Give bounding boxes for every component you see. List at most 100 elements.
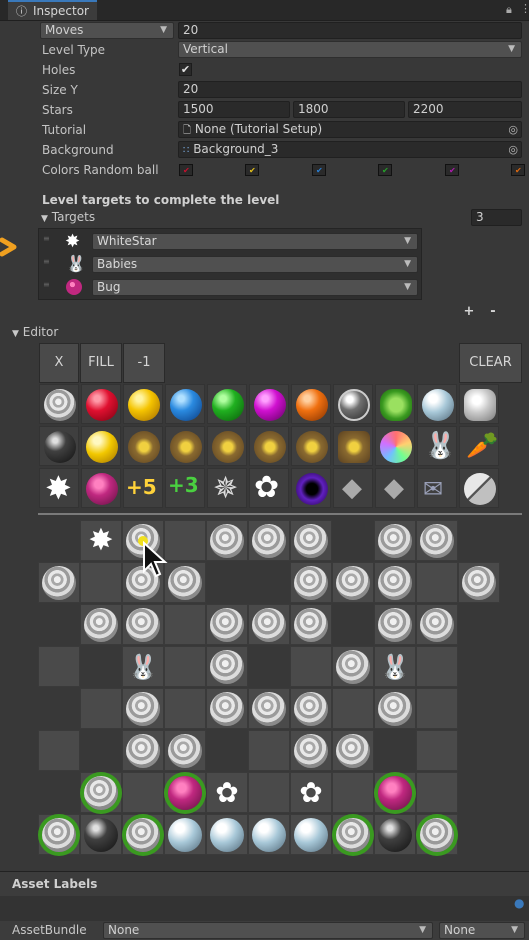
palette-tile[interactable]: +3	[165, 468, 205, 508]
grid-cell[interactable]	[332, 814, 374, 855]
grid-cell[interactable]	[290, 730, 332, 771]
palette-tile[interactable]	[291, 384, 331, 424]
palette-tile[interactable]	[333, 384, 373, 424]
grid-cell[interactable]	[38, 562, 80, 603]
grid-cell[interactable]	[290, 814, 332, 855]
label-icon[interactable]: ●	[514, 896, 524, 910]
palette-tile[interactable]	[207, 384, 247, 424]
grid-cell[interactable]	[416, 604, 458, 645]
grid-cell[interactable]	[290, 520, 332, 561]
targets-count-field[interactable]: 3	[471, 209, 522, 226]
grid-cell[interactable]	[416, 730, 458, 771]
grid-cell[interactable]	[164, 772, 206, 813]
color-swatch[interactable]: ✔	[378, 164, 392, 176]
palette-tile[interactable]: ✸	[39, 468, 79, 508]
target-dropdown[interactable]: Babies ▼	[92, 256, 418, 273]
clear-button[interactable]: CLEAR	[459, 343, 522, 383]
star-3-field[interactable]: 2200	[408, 101, 522, 118]
holes-checkbox[interactable]: ✔	[179, 63, 192, 76]
grid-cell[interactable]	[374, 772, 416, 813]
target-dropdown[interactable]: WhiteStar ▼	[92, 233, 418, 250]
grid-cell[interactable]	[248, 688, 290, 729]
grid-cell[interactable]	[416, 562, 458, 603]
grid-cell[interactable]	[80, 814, 122, 855]
background-object-field[interactable]: ∷ Background_3 ◎	[178, 141, 522, 158]
menu-icon[interactable]: ⋮	[520, 2, 529, 15]
grid-cell[interactable]	[38, 730, 80, 771]
palette-tile[interactable]	[333, 426, 373, 466]
grid-cell[interactable]	[458, 562, 500, 603]
grid-cell[interactable]	[332, 730, 374, 771]
grid-cell[interactable]	[122, 730, 164, 771]
star-2-field[interactable]: 1800	[293, 101, 405, 118]
grid-cell[interactable]	[374, 520, 416, 561]
target-dropdown[interactable]: Bug ▼	[92, 279, 418, 296]
grid-cell[interactable]: 🐰	[122, 646, 164, 687]
lock-icon[interactable]: 🔒︎	[506, 3, 512, 17]
object-picker-icon[interactable]: ◎	[508, 122, 518, 137]
grid-cell[interactable]	[374, 562, 416, 603]
clear-cell-button[interactable]: X	[39, 343, 79, 383]
grid-cell[interactable]	[416, 772, 458, 813]
palette-tile[interactable]	[39, 384, 79, 424]
grid-cell[interactable]	[416, 520, 458, 561]
grid-cell[interactable]	[164, 814, 206, 855]
grid-cell[interactable]	[248, 772, 290, 813]
grid-cell[interactable]	[332, 562, 374, 603]
grid-cell[interactable]	[80, 688, 122, 729]
grid-cell[interactable]	[374, 604, 416, 645]
grid-cell[interactable]	[248, 730, 290, 771]
palette-tile[interactable]	[459, 468, 499, 508]
palette-tile[interactable]: 🐰	[417, 426, 457, 466]
palette-tile[interactable]	[207, 426, 247, 466]
palette-tile[interactable]: +5	[123, 468, 163, 508]
tab-inspector[interactable]: ⓘ Inspector	[8, 0, 97, 20]
moves-dropdown[interactable]: Moves ▼	[40, 22, 174, 39]
palette-tile[interactable]	[81, 426, 121, 466]
grid-cell[interactable]	[290, 562, 332, 603]
grid-cell[interactable]	[248, 604, 290, 645]
grid-cell[interactable]	[164, 604, 206, 645]
grid-cell[interactable]	[416, 646, 458, 687]
palette-tile[interactable]	[249, 426, 289, 466]
grid-cell[interactable]	[164, 646, 206, 687]
palette-tile[interactable]	[81, 384, 121, 424]
grid-cell[interactable]	[80, 562, 122, 603]
grid-cell[interactable]	[290, 646, 332, 687]
grid-cell[interactable]	[206, 688, 248, 729]
drag-handle-icon[interactable]: ≡	[43, 234, 50, 243]
add-target-button[interactable]: +	[458, 304, 480, 321]
color-swatch[interactable]: ✔	[312, 164, 326, 176]
palette-tile[interactable]	[81, 468, 121, 508]
color-swatch[interactable]: ✔	[511, 164, 525, 176]
palette-tile[interactable]	[249, 384, 289, 424]
grid-cell[interactable]: ✸	[80, 520, 122, 561]
grid-cell[interactable]	[164, 562, 206, 603]
targets-foldout[interactable]: ▼ Targets	[41, 210, 95, 224]
grid-cell[interactable]	[122, 772, 164, 813]
grid-cell[interactable]	[248, 814, 290, 855]
palette-tile[interactable]: ◆	[333, 468, 373, 508]
palette-tile[interactable]	[375, 384, 415, 424]
palette-tile[interactable]: ✵	[207, 468, 247, 508]
palette-tile[interactable]	[39, 426, 79, 466]
grid-cell[interactable]: ✿	[206, 772, 248, 813]
grid-cell[interactable]	[122, 814, 164, 855]
palette-tile[interactable]	[123, 384, 163, 424]
grid-cell[interactable]	[248, 520, 290, 561]
editor-foldout[interactable]: ▼ Editor	[12, 325, 58, 339]
grid-cell[interactable]	[206, 604, 248, 645]
grid-cell[interactable]	[290, 688, 332, 729]
grid-cell[interactable]	[206, 520, 248, 561]
drag-handle-icon[interactable]: ≡	[43, 280, 50, 289]
palette-tile[interactable]	[291, 468, 331, 508]
palette-tile[interactable]	[291, 426, 331, 466]
grid-cell[interactable]	[164, 520, 206, 561]
grid-cell[interactable]: 🐰	[374, 646, 416, 687]
palette-tile[interactable]	[123, 426, 163, 466]
palette-tile[interactable]	[165, 384, 205, 424]
grid-cell[interactable]	[374, 814, 416, 855]
grid-cell[interactable]	[38, 814, 80, 855]
asset-variant-dropdown[interactable]: None ▼	[439, 922, 525, 939]
grid-cell[interactable]	[38, 646, 80, 687]
